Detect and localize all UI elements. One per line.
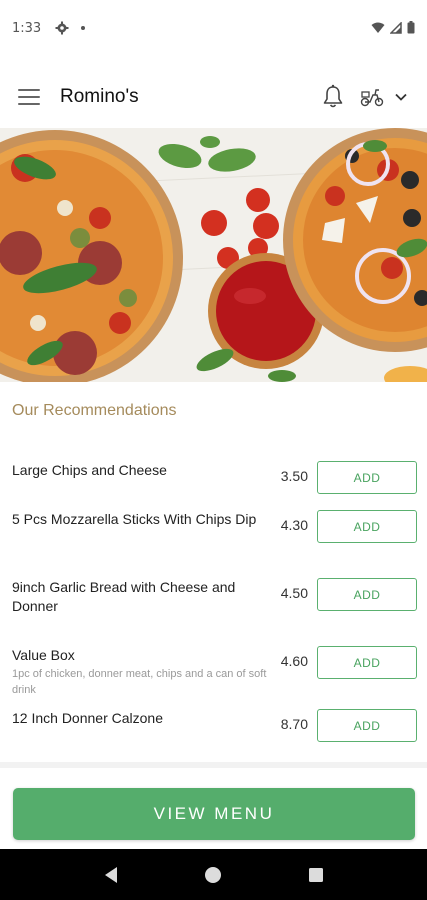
item-price: 4.30	[280, 517, 308, 533]
system-nav-bar	[0, 849, 427, 900]
item-price: 3.50	[280, 468, 308, 484]
view-menu-button[interactable]: VIEW MENU	[13, 788, 415, 840]
item-name: Large Chips and Cheese	[12, 462, 167, 478]
bell-icon[interactable]	[321, 84, 345, 110]
section-title: Our Recommendations	[12, 402, 177, 419]
wifi-icon	[371, 19, 385, 38]
battery-icon	[407, 19, 415, 38]
page-title: Romino's	[60, 86, 139, 107]
signal-icon	[389, 19, 402, 38]
home-icon[interactable]	[201, 863, 225, 887]
add-button[interactable]: ADD	[317, 461, 417, 494]
item-price: 8.70	[280, 716, 308, 732]
add-button[interactable]: ADD	[317, 646, 417, 679]
dot-icon	[81, 26, 86, 30]
item-title: Value Box	[12, 647, 75, 663]
item-name: 12 Inch Donner Calzone	[12, 710, 163, 726]
back-icon[interactable]	[99, 863, 123, 887]
item-price: 4.50	[280, 585, 308, 601]
add-button[interactable]: ADD	[317, 578, 417, 611]
item-name: Value Box 1pc of chicken, donner meat, c…	[12, 646, 270, 698]
app-header: Romino's	[0, 66, 427, 128]
gear-icon	[55, 21, 69, 35]
status-time: 1:33	[12, 20, 42, 36]
add-button[interactable]: ADD	[317, 510, 417, 543]
item-name: 5 Pcs Mozzarella Sticks With Chips Dip	[12, 511, 257, 527]
item-name: 9inch Garlic Bread with Cheese and Donne…	[12, 579, 236, 614]
scooter-icon[interactable]	[359, 86, 385, 108]
item-description: 1pc of chicken, donner meat, chips and a…	[12, 668, 267, 696]
menu-icon[interactable]	[18, 89, 40, 105]
recents-icon[interactable]	[304, 863, 328, 887]
add-button[interactable]: ADD	[317, 709, 417, 742]
item-price: 4.60	[280, 653, 308, 669]
pizza-hero-image	[0, 128, 427, 382]
status-bar: 1:33	[0, 0, 427, 56]
divider	[0, 762, 427, 768]
chevron-down-icon[interactable]	[393, 89, 409, 105]
